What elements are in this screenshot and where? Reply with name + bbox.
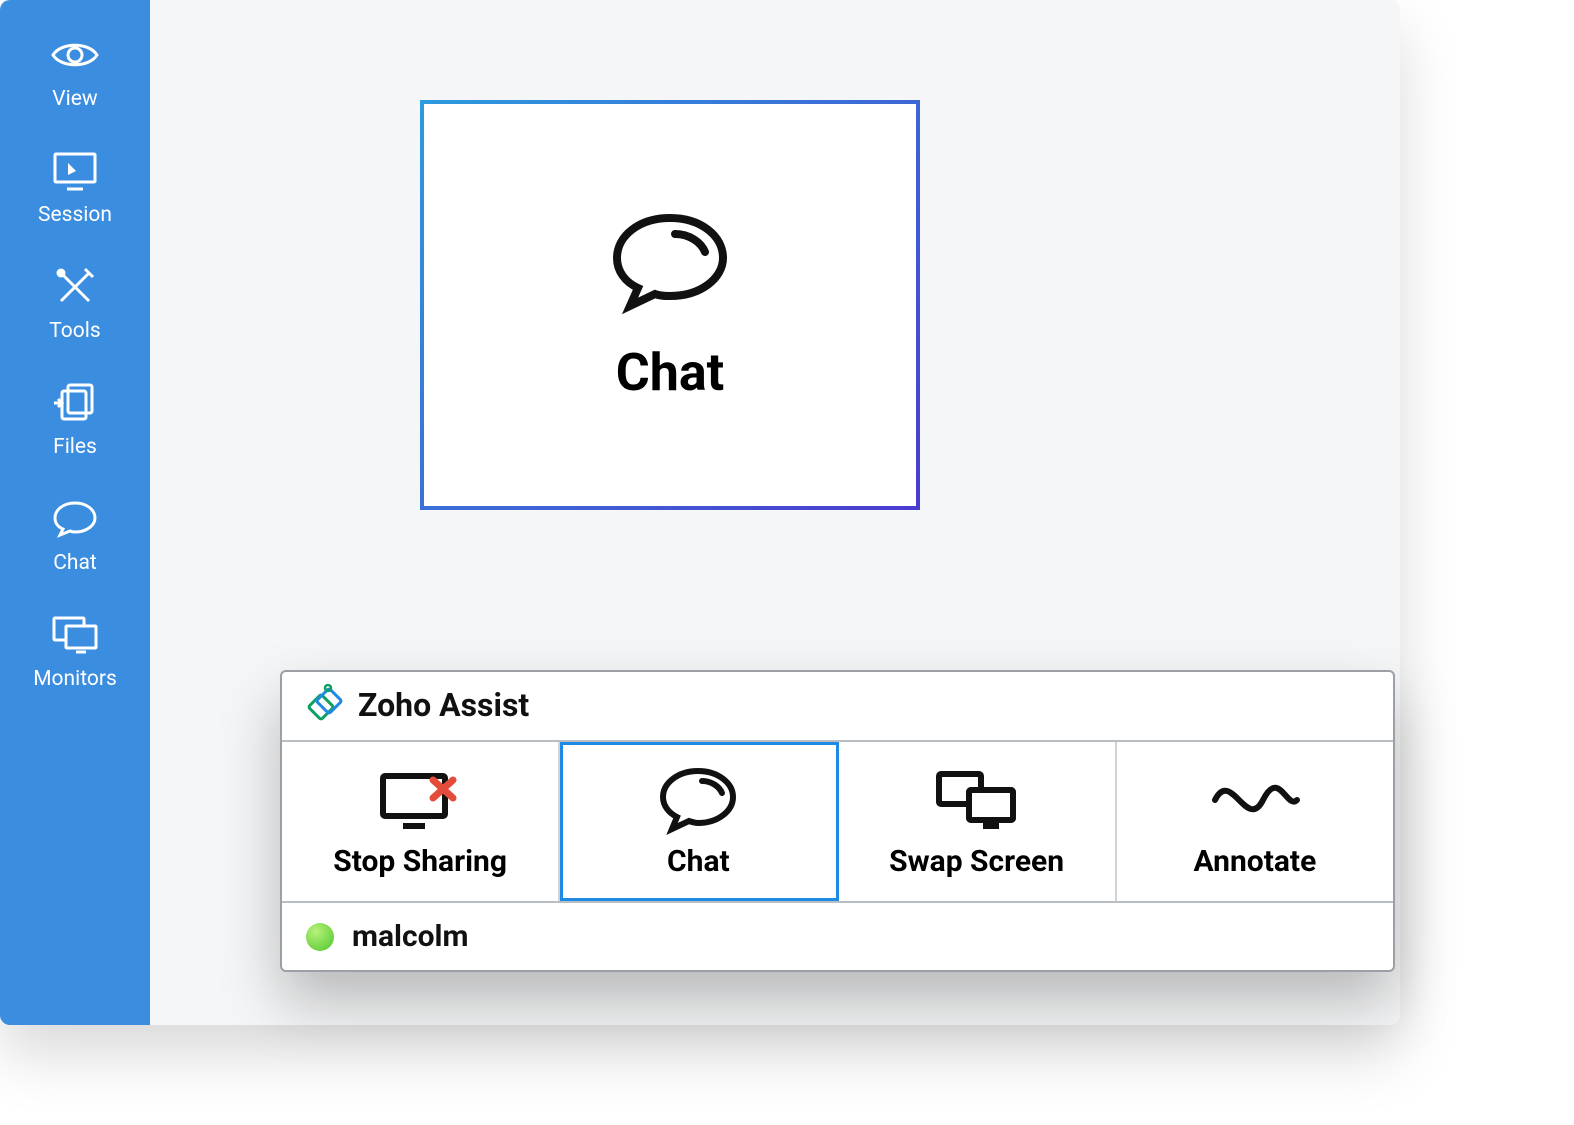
stop-sharing-icon — [375, 770, 465, 830]
sidebar: View Session Tools — [0, 0, 150, 1025]
swap-screen-icon — [931, 770, 1023, 830]
sidebar-item-files[interactable]: Files — [0, 383, 150, 459]
status-online-icon — [306, 923, 334, 951]
stop-sharing-button[interactable]: Stop Sharing — [282, 742, 560, 901]
assist-toolbar-window: Zoho Assist Stop Sharing — [280, 670, 1395, 972]
sidebar-item-label: View — [52, 87, 97, 111]
sidebar-item-label: Tools — [49, 319, 100, 343]
monitors-icon — [50, 615, 100, 655]
toolbar-button-label: Chat — [667, 844, 730, 879]
sidebar-item-label: Chat — [53, 551, 97, 575]
tools-icon — [50, 267, 100, 307]
sidebar-item-monitors[interactable]: Monitors — [0, 615, 150, 691]
chat-button[interactable]: Chat — [560, 742, 838, 901]
toolbar-title: Zoho Assist — [358, 686, 529, 724]
chat-card[interactable]: Chat — [420, 100, 920, 510]
chat-bubble-icon — [50, 499, 100, 539]
toolbar-footer: malcolm — [282, 903, 1393, 970]
sidebar-item-tools[interactable]: Tools — [0, 267, 150, 343]
files-icon — [50, 383, 100, 423]
chat-bubble-icon — [605, 208, 735, 322]
monitor-arrow-icon — [50, 151, 100, 191]
sidebar-item-view[interactable]: View — [0, 35, 150, 111]
app-window: View Session Tools — [0, 0, 1400, 1025]
sidebar-item-label: Session — [38, 203, 112, 227]
toolbar-button-label: Stop Sharing — [333, 844, 507, 879]
annotate-wave-icon — [1207, 770, 1303, 830]
annotate-button[interactable]: Annotate — [1117, 742, 1393, 901]
connected-user-name: malcolm — [352, 919, 468, 954]
toolbar-button-label: Annotate — [1193, 844, 1316, 879]
sidebar-item-label: Files — [53, 435, 97, 459]
sidebar-item-session[interactable]: Session — [0, 151, 150, 227]
toolbar-header: Zoho Assist — [282, 672, 1393, 742]
toolbar-row: Stop Sharing Chat — [282, 742, 1393, 903]
chat-bubble-icon — [655, 770, 741, 830]
eye-icon — [50, 35, 100, 75]
swap-screen-button[interactable]: Swap Screen — [839, 742, 1117, 901]
sidebar-item-chat[interactable]: Chat — [0, 499, 150, 575]
sidebar-item-label: Monitors — [33, 667, 117, 691]
zoho-assist-logo-icon — [302, 684, 344, 726]
chat-card-label: Chat — [616, 342, 725, 403]
toolbar-button-label: Swap Screen — [889, 844, 1064, 879]
